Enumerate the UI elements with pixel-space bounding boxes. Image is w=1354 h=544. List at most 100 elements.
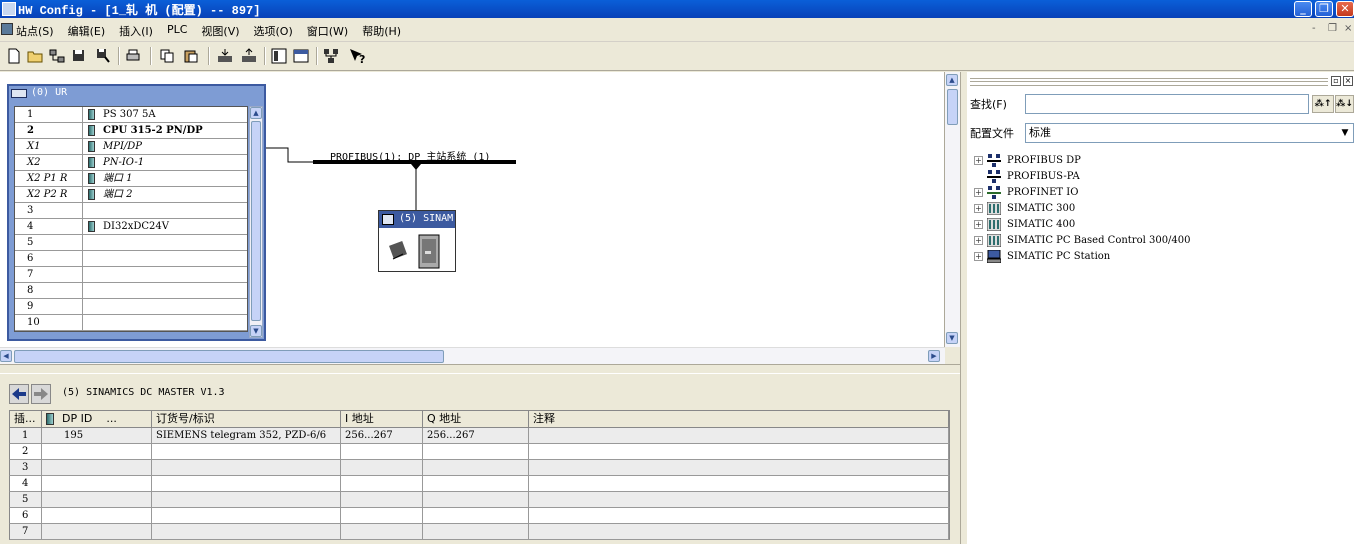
find-down-icon[interactable]: ⁂↓: [1335, 95, 1354, 113]
column-comment[interactable]: 注释: [529, 411, 949, 427]
catalog-close-icon[interactable]: ×: [1343, 76, 1353, 86]
mdi-minimize-button[interactable]: -: [1312, 23, 1316, 34]
copy-icon[interactable]: [158, 47, 176, 65]
dp-slave-sinamics[interactable]: (5) SINAM: [378, 210, 456, 272]
chevron-down-icon[interactable]: ▼: [1337, 124, 1353, 142]
find-up-icon[interactable]: ⁂↑: [1312, 95, 1334, 113]
rack-row[interactable]: X2 P2 R 端口 2: [15, 187, 247, 203]
column-order-number[interactable]: 订货号/标识: [152, 411, 341, 427]
detail-slot: 3: [10, 460, 42, 475]
save-icon[interactable]: [70, 47, 88, 65]
expand-icon[interactable]: +: [974, 203, 983, 213]
menu-item-4[interactable]: 视图(V): [201, 23, 239, 39]
table-row[interactable]: 6: [9, 508, 950, 524]
back-arrow-icon[interactable]: [9, 384, 29, 404]
expand-icon[interactable]: +: [974, 219, 983, 229]
rack-row[interactable]: 3: [15, 203, 247, 219]
column-slot[interactable]: 插...: [10, 411, 42, 427]
expand-icon[interactable]: +: [974, 155, 983, 165]
rack-row[interactable]: 2 CPU 315-2 PN/DP: [15, 123, 247, 139]
scroll-thumb[interactable]: [947, 89, 958, 125]
rack-row[interactable]: X2 PN-IO-1: [15, 155, 247, 171]
expand-icon[interactable]: +: [974, 251, 983, 261]
network-view-icon[interactable]: [322, 47, 340, 65]
rack-row[interactable]: 9: [15, 299, 247, 315]
table-row[interactable]: 3: [9, 460, 950, 476]
rack-row[interactable]: 6: [15, 251, 247, 267]
column-i-address[interactable]: I 地址: [341, 411, 423, 427]
scroll-left-icon[interactable]: ◀: [0, 350, 12, 362]
download-icon[interactable]: [216, 47, 234, 65]
view-icon[interactable]: [292, 47, 310, 65]
rack-row[interactable]: X1 MPI/DP: [15, 139, 247, 155]
tree-item[interactable]: + SIMATIC 400: [974, 216, 1191, 232]
save-compile-icon[interactable]: [95, 47, 113, 65]
expand-icon[interactable]: +: [974, 235, 983, 245]
minimize-button[interactable]: _: [1294, 1, 1312, 17]
document-icon[interactable]: [1, 23, 13, 35]
table-row[interactable]: 4: [9, 476, 950, 492]
find-input[interactable]: [1025, 94, 1309, 114]
menu-item-0[interactable]: 站点(S): [16, 23, 54, 39]
catalog-icon[interactable]: [270, 47, 288, 65]
scroll-down-icon[interactable]: ▼: [250, 325, 262, 337]
scroll-up-icon[interactable]: ▲: [250, 107, 262, 119]
paste-icon[interactable]: [182, 47, 200, 65]
scroll-down-icon[interactable]: ▼: [946, 332, 958, 344]
scroll-thumb[interactable]: [14, 350, 444, 363]
rack-row[interactable]: 4 DI32xDC24V: [15, 219, 247, 235]
profile-select[interactable]: 标准 ▼: [1025, 123, 1354, 143]
module-icon: [88, 173, 95, 184]
menu-item-7[interactable]: 帮助(H): [362, 23, 401, 39]
tree-item[interactable]: + SIMATIC PC Based Control 300/400: [974, 232, 1191, 248]
open-icon[interactable]: [26, 47, 44, 65]
vertical-splitter[interactable]: [960, 72, 968, 544]
tree-item[interactable]: + PROFIBUS DP: [974, 152, 1191, 168]
catalog-restore-icon[interactable]: ▫: [1331, 76, 1341, 86]
forward-arrow-icon[interactable]: [31, 384, 51, 404]
menu-item-3[interactable]: PLC: [167, 23, 187, 39]
scroll-up-icon[interactable]: ▲: [946, 74, 958, 86]
detail-q-address: [423, 476, 529, 491]
mdi-close-button[interactable]: ×: [1344, 23, 1352, 34]
restore-button[interactable]: ❐: [1315, 1, 1333, 17]
column-dp-id[interactable]: DP ID...: [42, 411, 152, 427]
rack-window[interactable]: (0) UR 1 PS 307 5A 2 CPU 315-2 PN/DP X1 MPI/D…: [7, 84, 266, 341]
upload-icon[interactable]: [240, 47, 258, 65]
scroll-right-icon[interactable]: ▶: [928, 350, 940, 362]
scroll-thumb[interactable]: [251, 121, 261, 321]
rack-row[interactable]: 7: [15, 267, 247, 283]
rack-row[interactable]: 5: [15, 235, 247, 251]
new-icon[interactable]: [5, 47, 23, 65]
rack-row[interactable]: 1 PS 307 5A: [15, 107, 247, 123]
help-icon[interactable]: ?: [348, 47, 366, 66]
table-row[interactable]: 5: [9, 492, 950, 508]
tree-item[interactable]: + SIMATIC 300: [974, 200, 1191, 216]
tree-item[interactable]: PROFIBUS-PA: [974, 168, 1191, 184]
table-row[interactable]: 7: [9, 524, 950, 540]
station-vertical-scrollbar[interactable]: ▲ ▼: [945, 72, 960, 347]
column-q-address[interactable]: Q 地址: [423, 411, 529, 427]
expand-icon[interactable]: +: [974, 187, 983, 197]
close-button[interactable]: ✕: [1336, 1, 1354, 17]
rack-scrollbar[interactable]: ▲ ▼: [249, 106, 263, 338]
rack-row[interactable]: X2 P1 R 端口 1: [15, 171, 247, 187]
profibus-label[interactable]: PROFIBUS(1): DP 主站系统 (1): [330, 148, 490, 163]
menu-item-1[interactable]: 编辑(E): [68, 23, 106, 39]
tree-item[interactable]: + SIMATIC PC Station: [974, 248, 1191, 264]
menu-item-5[interactable]: 选项(O): [254, 23, 293, 39]
table-row[interactable]: 2: [9, 444, 950, 460]
table-row[interactable]: 1 195 SIEMENS telegram 352, PZD-6/6 256...2…: [9, 428, 950, 444]
network-icon[interactable]: [48, 47, 66, 65]
menu-item-2[interactable]: 插入(I): [119, 23, 153, 39]
menu-item-6[interactable]: 窗口(W): [307, 23, 348, 39]
horizontal-splitter[interactable]: [0, 364, 960, 374]
rack-row[interactable]: 8: [15, 283, 247, 299]
catalog-grip[interactable]: [970, 78, 1328, 86]
station-horizontal-scrollbar[interactable]: ◀ ▶: [0, 347, 945, 364]
rack-row[interactable]: 10: [15, 315, 247, 331]
tree-item[interactable]: + PROFINET IO: [974, 184, 1191, 200]
mdi-restore-button[interactable]: ❐: [1328, 23, 1337, 34]
print-icon[interactable]: [124, 47, 142, 65]
app-icon: [2, 2, 16, 16]
